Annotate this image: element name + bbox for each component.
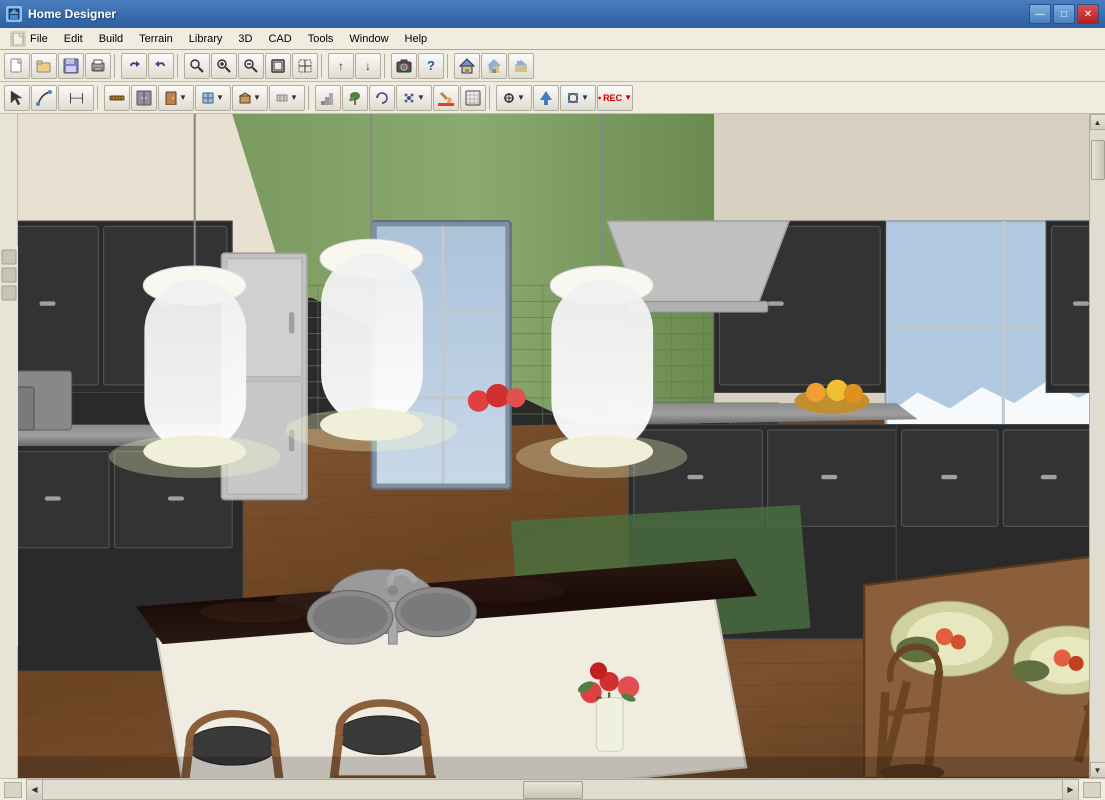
- toolbar-separator-4: [384, 54, 388, 78]
- house3-button[interactable]: [508, 53, 534, 79]
- floor-tool-button[interactable]: ▼: [232, 85, 268, 111]
- pan-up-button[interactable]: ↑: [328, 53, 354, 79]
- menu-bar: File Edit Build Terrain Library 3D CAD T…: [0, 28, 1105, 50]
- help-button[interactable]: ?: [418, 53, 444, 79]
- left-panel: [0, 114, 18, 778]
- toolbar-separator-5: [447, 54, 451, 78]
- maximize-button[interactable]: □: [1053, 4, 1075, 24]
- save-button[interactable]: [58, 53, 84, 79]
- house2-button[interactable]: [481, 53, 507, 79]
- zoom-out-button[interactable]: [238, 53, 264, 79]
- color-fill-button[interactable]: [433, 85, 459, 111]
- undo-button[interactable]: [121, 53, 147, 79]
- zoom-selection-button[interactable]: [292, 53, 318, 79]
- redo-button[interactable]: [148, 53, 174, 79]
- plant-tool-button[interactable]: [342, 85, 368, 111]
- texture-button[interactable]: [460, 85, 486, 111]
- window-tool-button[interactable]: ▼: [195, 85, 231, 111]
- status-bar: ◀ ▶: [0, 778, 1105, 800]
- menu-item-3d[interactable]: 3D: [230, 28, 260, 49]
- close-button[interactable]: ✕: [1077, 4, 1099, 24]
- menu-item-library[interactable]: Library: [181, 28, 231, 49]
- snap-tool-button[interactable]: ▼: [396, 85, 432, 111]
- transform-button[interactable]: ▼: [560, 85, 596, 111]
- scroll-track-horizontal[interactable]: [43, 780, 1062, 799]
- scroll-thumb-horizontal[interactable]: [523, 781, 583, 799]
- arrow-up-button[interactable]: [533, 85, 559, 111]
- toolbar-1: ↑ ↓ ?: [0, 50, 1105, 82]
- toolbar2-sep1: [97, 86, 101, 110]
- toolbar2-sep3: [489, 86, 493, 110]
- toolbar-separator-3: [321, 54, 325, 78]
- vertical-scrollbar[interactable]: ▲ ▼: [1089, 114, 1105, 778]
- 3d-scene: [18, 114, 1089, 778]
- status-corner-right: [1083, 782, 1101, 798]
- select-tool-button[interactable]: [4, 85, 30, 111]
- record-button[interactable]: REC ▼: [597, 85, 633, 111]
- new-button[interactable]: [4, 53, 30, 79]
- menu-item-file[interactable]: File: [2, 28, 56, 49]
- rotate-tool-button[interactable]: [369, 85, 395, 111]
- wall-tool-button[interactable]: ▼: [269, 85, 305, 111]
- canvas-area[interactable]: [18, 114, 1089, 778]
- scroll-left-arrow[interactable]: ◀: [27, 780, 43, 800]
- zoom-magnify-button[interactable]: [184, 53, 210, 79]
- menu-item-tools[interactable]: Tools: [300, 28, 342, 49]
- scroll-track-vertical[interactable]: [1090, 130, 1105, 762]
- window-title: Home Designer: [28, 7, 1029, 21]
- scroll-right-arrow[interactable]: ▶: [1062, 780, 1078, 800]
- menu-item-cad[interactable]: CAD: [260, 28, 299, 49]
- house1-button[interactable]: [454, 53, 480, 79]
- scroll-down-arrow[interactable]: ▼: [1090, 762, 1105, 778]
- door-tool-button[interactable]: ▼: [158, 85, 194, 111]
- horizontal-scrollbar[interactable]: ◀ ▶: [26, 779, 1079, 800]
- menu-item-build[interactable]: Build: [91, 28, 131, 49]
- toolbar-2: |—| ▼ ▼: [0, 82, 1105, 114]
- toolbar-separator-1: [114, 54, 118, 78]
- status-corner-left: [4, 782, 22, 798]
- app-icon: [6, 6, 22, 22]
- zoom-in-button[interactable]: [211, 53, 237, 79]
- menu-item-window[interactable]: Window: [341, 28, 396, 49]
- scroll-thumb-vertical[interactable]: [1091, 140, 1105, 180]
- menu-item-terrain[interactable]: Terrain: [131, 28, 181, 49]
- pointer-tool-button[interactable]: ▼: [496, 85, 532, 111]
- pan-down-button[interactable]: ↓: [355, 53, 381, 79]
- open-button[interactable]: [31, 53, 57, 79]
- toolbar-separator-2: [177, 54, 181, 78]
- zoom-fit-button[interactable]: [265, 53, 291, 79]
- menu-item-edit[interactable]: Edit: [56, 28, 91, 49]
- title-bar: Home Designer — □ ✕: [0, 0, 1105, 28]
- line-tool-button[interactable]: |—|: [58, 85, 94, 111]
- toolbar2-sep2: [308, 86, 312, 110]
- file-menu-icon: [10, 31, 26, 47]
- camera-button[interactable]: [391, 53, 417, 79]
- window-controls: — □ ✕: [1029, 4, 1099, 24]
- menu-item-help[interactable]: Help: [397, 28, 436, 49]
- minimize-button[interactable]: —: [1029, 4, 1051, 24]
- print-button[interactable]: [85, 53, 111, 79]
- scroll-up-arrow[interactable]: ▲: [1090, 114, 1105, 130]
- cabinet-tool-button[interactable]: [131, 85, 157, 111]
- measure-button[interactable]: [104, 85, 130, 111]
- draw-tool-button[interactable]: [31, 85, 57, 111]
- stair-tool-button[interactable]: [315, 85, 341, 111]
- main-area: ▲ ▼: [0, 114, 1105, 778]
